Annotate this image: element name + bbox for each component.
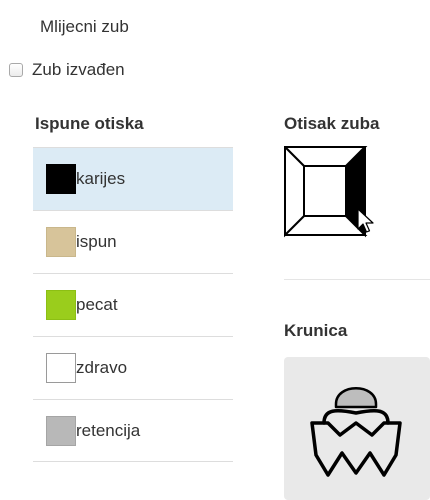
tooth-extracted-checkbox[interactable] [9, 63, 23, 77]
fill-item-karijes[interactable]: karijes [33, 147, 233, 210]
fill-item-label: pecat [76, 295, 118, 314]
tooth-extracted-option[interactable]: Zub izvađen [9, 60, 125, 80]
fill-item-label: ispun [76, 232, 117, 251]
fill-item-label: retencija [76, 420, 141, 440]
fill-item-ispun[interactable]: ispun [33, 210, 233, 273]
section-divider [284, 279, 430, 280]
fill-item-label: zdravo [76, 358, 128, 377]
tooth-extracted-label: Zub izvađen [32, 60, 125, 79]
color-swatch [46, 164, 76, 194]
milk-tooth-label: Mlijecni zub [40, 17, 129, 36]
crown-tooth-icon [310, 387, 402, 477]
color-swatch [46, 290, 76, 320]
fill-item-retencija[interactable]: retencija [33, 399, 233, 462]
fill-item-pecat[interactable]: pecat [33, 273, 233, 336]
mouse-pointer-icon [357, 208, 375, 241]
fillings-heading: Ispune otiska [35, 114, 144, 133]
fill-item-zdravo[interactable]: zdravo [33, 336, 233, 399]
color-swatch [46, 353, 76, 383]
crown-button[interactable] [284, 357, 430, 500]
filling-type-list: karijes ispun pecat zdravo retencija [33, 147, 233, 462]
fill-item-label: karijes [76, 169, 126, 188]
color-swatch [46, 415, 76, 446]
color-swatch [46, 227, 76, 257]
surface-center[interactable] [303, 165, 347, 217]
crown-heading: Krunica [284, 321, 348, 340]
tooth-chart-heading: Otisak zuba [284, 114, 380, 133]
tooth-surface-diagram [282, 144, 368, 243]
